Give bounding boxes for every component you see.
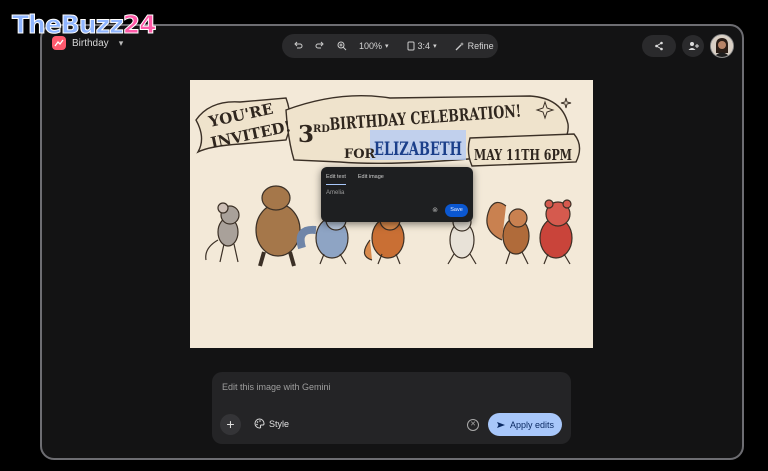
name-text: ELIZABETH [374,138,462,160]
aspect-ratio-value: 3:4 [417,41,431,51]
send-icon [496,421,505,428]
add-attachment-button[interactable]: + [220,414,241,435]
edit-text-popover: Edit text Edit image Amelia ⊗ Save [321,167,473,222]
share-button[interactable] [642,35,676,57]
zoom-in-icon [337,41,347,51]
refine-label: Refine [467,41,494,51]
share-icon [655,41,663,51]
watermark-logo: TheBuzz24 [12,8,158,42]
user-avatar[interactable] [710,34,734,58]
person-add-icon [688,42,699,50]
watermark-text: TheBuzz [12,10,125,40]
zoom-level-value: 100% [359,41,383,51]
for-text: FOR [344,147,376,162]
undo-icon [294,41,303,49]
date-text: MAY 11TH 6PM [474,146,572,164]
app-window: Birthday ▾ 100% ▾ 3:4 ▾ Refine YOU'RE IN… [40,24,744,460]
save-button[interactable]: Save [445,204,468,217]
crop-portrait-icon [407,41,415,51]
zoom-level-dropdown[interactable]: 100% ▾ [356,39,392,53]
tab-edit-image[interactable]: Edit image [358,174,384,185]
refine-button[interactable]: Refine [452,39,497,53]
palette-icon [254,418,265,429]
plus-icon: + [226,416,235,432]
aspect-ratio-dropdown[interactable]: 3:4 ▾ [404,39,440,53]
apply-edits-label: Apply edits [509,419,555,430]
headline-number: 3 [298,121,314,148]
tab-edit-text[interactable]: Edit text [326,174,346,185]
gemini-prompt-panel: + Style ✕ Apply edits [212,372,571,444]
undo-button[interactable] [290,39,306,53]
gemini-prompt-input[interactable] [220,378,564,396]
zoom-tool-button[interactable] [334,39,350,53]
replacement-text-input[interactable]: Amelia [326,190,344,196]
redo-button[interactable] [312,39,328,53]
style-label: Style [269,418,290,429]
top-right-actions [642,34,734,58]
redo-icon [315,41,324,49]
clear-prompt-icon[interactable]: ✕ [467,419,479,431]
clear-input-icon[interactable]: ⊗ [431,207,439,215]
style-button[interactable]: Style [254,418,289,429]
popover-tabs: Edit text Edit image [326,174,384,185]
caret-down-icon: ▾ [385,43,389,50]
caret-down-icon: ▾ [433,43,437,50]
magic-wand-icon [455,42,464,51]
edit-toolbar: 100% ▾ 3:4 ▾ Refine [282,34,498,58]
add-person-button[interactable] [682,35,704,57]
apply-edits-button[interactable]: Apply edits [488,413,562,436]
headline-ordinal: RD [313,124,330,135]
profile-photo-icon [711,35,733,57]
watermark-number: 24 [122,10,157,40]
